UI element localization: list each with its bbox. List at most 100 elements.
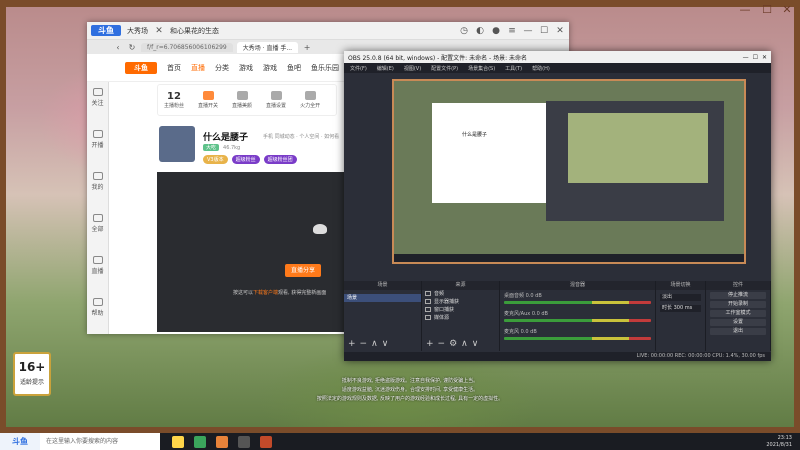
source-label: 显示器捕获 xyxy=(434,299,460,305)
close-tab-icon[interactable]: ✕ xyxy=(154,26,164,36)
stop-streaming-button[interactable]: 停止推流 xyxy=(710,292,766,299)
down-icon[interactable]: ∨ xyxy=(382,339,389,349)
track-db: 0.0 dB xyxy=(520,329,537,335)
menu-profile[interactable]: 配置文件(P) xyxy=(431,65,458,72)
scenes-header: 场景 xyxy=(344,281,421,290)
menu-help[interactable]: 帮助(H) xyxy=(532,65,550,72)
menu-edit[interactable]: 编辑(E) xyxy=(377,65,394,72)
add-icon[interactable]: + xyxy=(348,339,356,349)
obs-maximize-icon[interactable]: ☐ xyxy=(753,54,758,61)
explorer-icon[interactable] xyxy=(172,435,184,448)
video-player[interactable]: 直播分享 按这可以下载客户端观看, 获得完整新画面 xyxy=(157,172,347,332)
duration-field[interactable]: 时长 300 ms xyxy=(660,305,701,312)
close-icon[interactable]: ✕ xyxy=(555,26,565,36)
sidebar-item[interactable]: 帮助 xyxy=(87,292,108,334)
nav-category[interactable]: 分类 xyxy=(215,63,229,73)
sidebar-label: 帮助 xyxy=(91,310,104,317)
refresh-icon[interactable]: ↻ xyxy=(127,43,137,52)
app-icon[interactable] xyxy=(260,435,272,448)
volume-meter[interactable] xyxy=(504,301,651,304)
taskbar-search-input[interactable]: 在这里输入你要搜索的内容 xyxy=(40,433,160,450)
app-icon[interactable] xyxy=(216,435,228,448)
transition-select[interactable]: 淡出 xyxy=(660,294,701,301)
category-tag[interactable]: 大吃 xyxy=(203,144,220,151)
new-tab-icon[interactable]: + xyxy=(302,43,312,52)
start-recording-button[interactable]: 开始录制 xyxy=(710,301,766,308)
nav-fishbar[interactable]: 鱼吧 xyxy=(287,63,301,73)
avatar[interactable] xyxy=(159,126,195,162)
sidebar-item[interactable]: 全部 xyxy=(87,208,108,250)
preview-anchor-name: 什么是腰子 xyxy=(462,132,488,138)
outer-minimize-icon[interactable]: — xyxy=(738,3,752,17)
nav-home[interactable]: 首页 xyxy=(167,63,181,73)
history-icon[interactable]: ◷ xyxy=(459,26,469,36)
nav-games2[interactable]: 游戏 xyxy=(263,63,277,73)
menu-icon[interactable]: ≡ xyxy=(507,26,517,36)
menu-tools[interactable]: 工具(T) xyxy=(505,65,522,72)
stat-item[interactable]: 直播美颜 xyxy=(232,91,252,109)
site-logo[interactable]: 斗鱼 xyxy=(125,61,157,74)
obs-icon[interactable] xyxy=(238,435,250,448)
source-item[interactable]: 媒体源 xyxy=(422,314,499,322)
menu-scene-collection[interactable]: 场景集合(S) xyxy=(468,65,495,72)
system-clock[interactable]: 23:13 2021/8/31 xyxy=(766,435,800,449)
add-icon[interactable]: + xyxy=(426,339,434,349)
controls-header: 控件 xyxy=(706,281,770,290)
menu-view[interactable]: 视图(V) xyxy=(404,65,421,72)
nav-games[interactable]: 游戏 xyxy=(239,63,253,73)
stat-item[interactable]: 直播设置 xyxy=(266,91,286,109)
source-item[interactable]: 显示器捕获 xyxy=(422,298,499,306)
sidebar-item[interactable]: 开播 xyxy=(87,124,108,166)
notice-line: 抵制不良游戏, 拒绝盗版游戏。注意自我保护, 谨防受骗上当。 xyxy=(341,378,479,384)
nav-paradise[interactable]: 鱼乐乐园 xyxy=(311,63,339,73)
obs-minimize-icon[interactable]: — xyxy=(743,54,749,61)
up-icon[interactable]: ∧ xyxy=(461,339,468,349)
track-label: 桌面音频 xyxy=(504,293,525,299)
volume-meter[interactable] xyxy=(504,319,651,322)
settings-button[interactable]: 设置 xyxy=(710,319,766,326)
taskbar-logo[interactable]: 斗鱼 xyxy=(0,433,40,450)
sidebar-item[interactable]: 关注 xyxy=(87,82,108,124)
age-rating-badge: 16+ 适龄提示 xyxy=(13,352,51,396)
volume-meter[interactable] xyxy=(504,337,651,340)
pill-badge[interactable]: V3版本 xyxy=(203,155,228,164)
source-item[interactable]: 窗口捕获 xyxy=(422,306,499,314)
nav-live[interactable]: 直播 xyxy=(191,63,205,73)
sidebar-item[interactable]: 直播 xyxy=(87,250,108,292)
remove-icon[interactable]: − xyxy=(438,339,446,349)
menu-file[interactable]: 文件(F) xyxy=(350,65,367,72)
obs-statusbar: LIVE: 00:00:00 REC: 00:00:00 CPU: 1.4%, … xyxy=(344,352,771,361)
hint-link[interactable]: 下载客户端 xyxy=(253,290,278,296)
up-icon[interactable]: ∧ xyxy=(371,339,378,349)
source-item[interactable]: 音频 xyxy=(422,290,499,298)
stat-item[interactable]: 直播开关 xyxy=(198,91,218,109)
outer-maximize-icon[interactable]: ☐ xyxy=(760,3,774,17)
gear-icon[interactable]: ⚙ xyxy=(449,339,457,349)
level-stat: 12 主播粉丝 xyxy=(164,91,184,109)
obs-docks: 场景 场景 + − ∧ ∨ 来源 音频 显示器捕获 窗口捕获 媒体源 + − ⚙… xyxy=(344,281,771,351)
pill-badge[interactable]: 超级粉丝 xyxy=(231,155,260,164)
avatar-icon[interactable]: ● xyxy=(491,26,501,36)
preview-browser-capture: 什么是腰子 xyxy=(432,103,546,203)
sidebar-item[interactable]: 我的 xyxy=(87,166,108,208)
studio-mode-button[interactable]: 工作室模式 xyxy=(710,310,766,317)
scene-item[interactable]: 场景 xyxy=(344,294,421,302)
back-icon[interactable]: ‹ xyxy=(113,43,123,52)
level-label: 主播粉丝 xyxy=(164,103,185,109)
share-button[interactable]: 直播分享 xyxy=(285,264,321,277)
exit-button[interactable]: 退出 xyxy=(710,328,766,335)
pill-badge[interactable]: 超级粉丝团 xyxy=(263,155,297,164)
obs-preview[interactable]: 什么是腰子 xyxy=(392,79,746,264)
stat-item[interactable]: 火力全开 xyxy=(300,91,320,109)
skin-icon[interactable]: ◐ xyxy=(475,26,485,36)
active-tab[interactable]: 大秀场 · 直播 手... xyxy=(236,41,299,53)
outer-close-icon[interactable]: ✕ xyxy=(780,3,794,17)
app-icon[interactable] xyxy=(194,435,206,448)
url-tab[interactable]: f/f_r=6.706856006106299 xyxy=(141,42,233,52)
obs-close-icon[interactable]: ✕ xyxy=(762,54,767,61)
remove-icon[interactable]: − xyxy=(360,339,368,349)
down-icon[interactable]: ∨ xyxy=(472,339,479,349)
maximize-icon[interactable]: ☐ xyxy=(539,26,549,36)
minimize-icon[interactable]: — xyxy=(523,26,533,36)
health-notice: 抵制不良游戏, 拒绝盗版游戏。注意自我保护, 谨防受骗上当。 适度游戏益脑, 沉… xyxy=(200,377,620,404)
